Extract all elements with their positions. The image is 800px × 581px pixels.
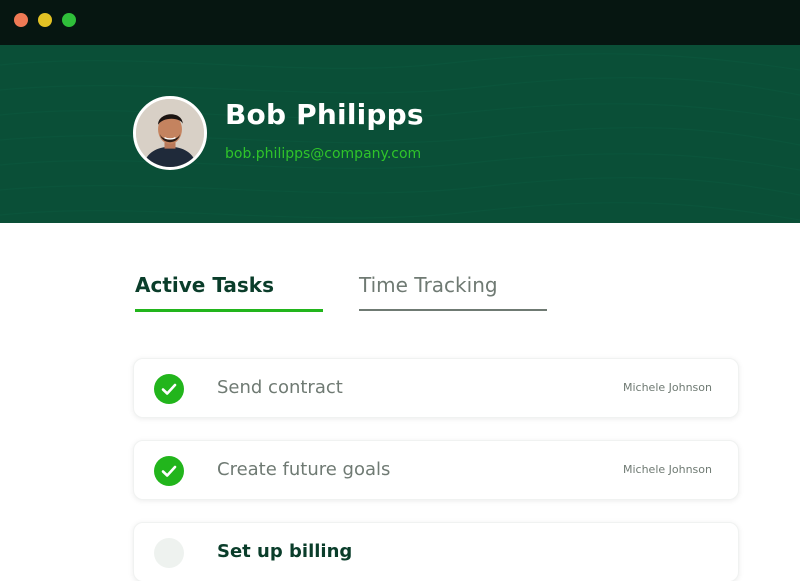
task-complete-checkbox[interactable] (154, 374, 184, 404)
tab-active-tasks[interactable]: Active Tasks (135, 273, 274, 297)
window-titlebar (0, 0, 800, 45)
close-window-button[interactable] (14, 13, 28, 27)
minimize-window-button[interactable] (38, 13, 52, 27)
tab-active-tasks-underline (135, 309, 323, 312)
tab-time-tracking-underline (359, 309, 547, 311)
user-name: Bob Philipps (225, 98, 424, 131)
checkmark-icon (161, 383, 177, 395)
checkmark-icon (161, 465, 177, 477)
task-title: Create future goals (217, 459, 391, 480)
header-texture (0, 53, 800, 221)
user-avatar[interactable] (133, 96, 207, 170)
user-portrait-icon (136, 99, 204, 167)
task-complete-checkbox[interactable] (154, 456, 184, 486)
profile-header (0, 45, 800, 223)
user-email[interactable]: bob.philipps@company.com (225, 146, 421, 162)
task-title: Set up billing (217, 541, 353, 562)
task-title: Send contract (217, 377, 343, 398)
tab-time-tracking[interactable]: Time Tracking (359, 273, 498, 297)
task-row[interactable]: Send contract Michele Johnson (133, 358, 739, 418)
maximize-window-button[interactable] (62, 13, 76, 27)
task-pending-checkbox[interactable] (154, 538, 184, 568)
task-assignee: Michele Johnson (622, 463, 712, 476)
task-assignee: Michele Johnson (622, 381, 712, 394)
task-row[interactable]: Set up billing (133, 522, 739, 581)
task-row[interactable]: Create future goals Michele Johnson (133, 440, 739, 500)
